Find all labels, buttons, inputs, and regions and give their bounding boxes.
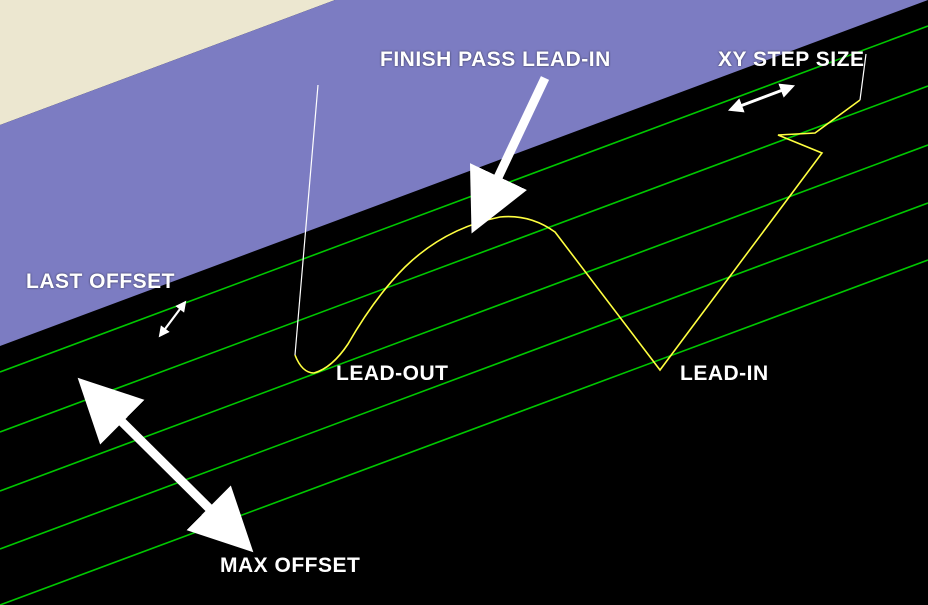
label-max-offset: MAX OFFSET (220, 554, 360, 578)
diagram-stage: FINISH PASS LEAD-IN XY STEP SIZE LAST OF… (0, 0, 928, 605)
label-last-offset: LAST OFFSET (26, 270, 175, 294)
label-xy-step-size: XY STEP SIZE (718, 48, 864, 72)
label-lead-in: LEAD-IN (680, 362, 769, 386)
label-lead-out: LEAD-OUT (336, 362, 449, 386)
xy-step-arrow (735, 88, 788, 108)
last-offset-arrow (162, 305, 183, 333)
label-finish-pass-lead-in: FINISH PASS LEAD-IN (380, 48, 611, 72)
max-offset-arrow (100, 400, 231, 530)
diagram-svg (0, 0, 928, 605)
